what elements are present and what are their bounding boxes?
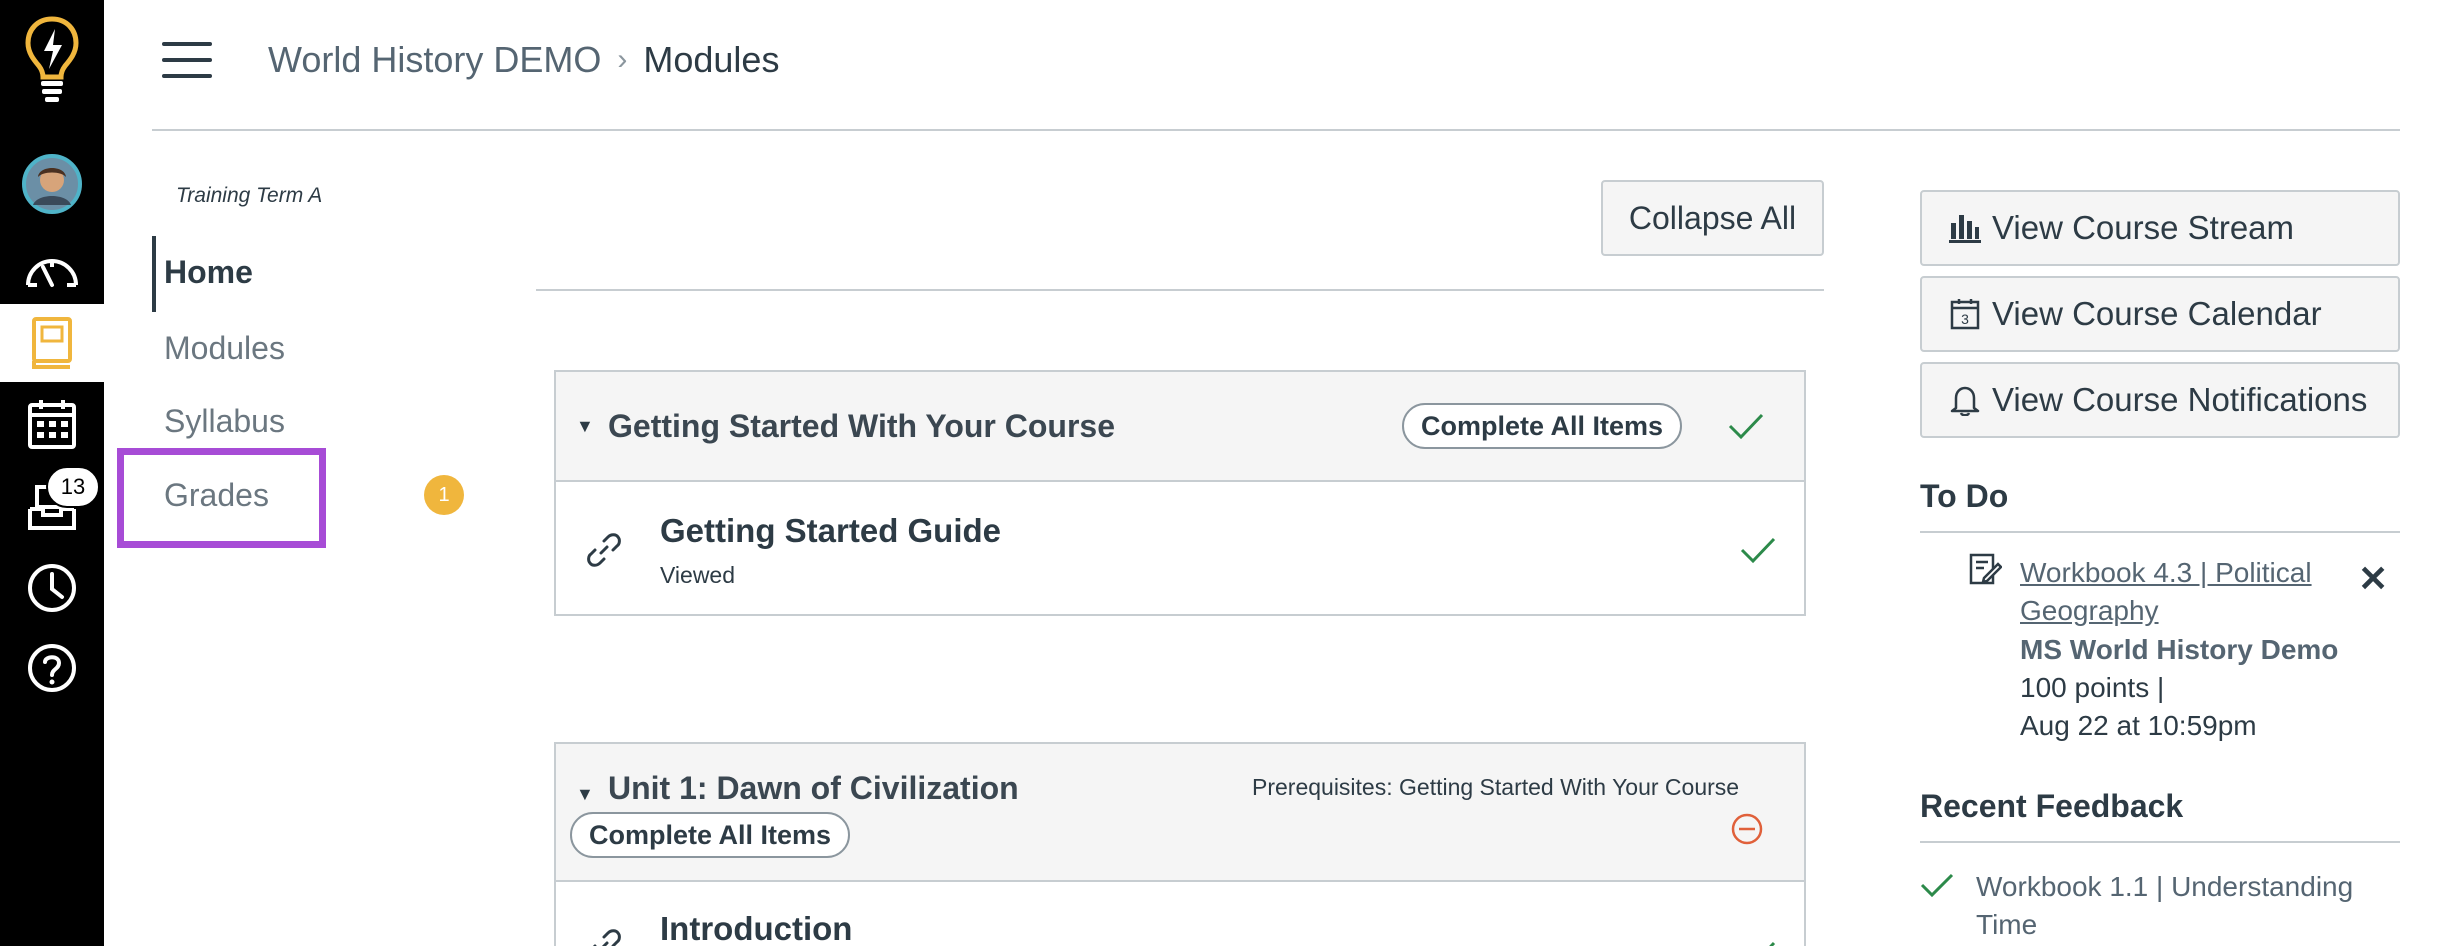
course-nav-home[interactable]: Home — [164, 254, 253, 291]
module-item[interactable]: Introduction — [556, 882, 1804, 946]
module-item[interactable]: Getting Started Guide Viewed — [556, 482, 1804, 614]
feedback-item-link[interactable]: Workbook 1.1 | Understanding Time — [1976, 868, 2396, 944]
module-getting-started: ▼ Getting Started With Your Course Compl… — [554, 370, 1806, 616]
collapse-all-button[interactable]: Collapse All — [1601, 180, 1824, 256]
account-link[interactable] — [0, 148, 104, 220]
calendar-day-icon: 3 — [1950, 299, 1980, 330]
module-title: Unit 1: Dawn of Civilization — [608, 770, 1019, 806]
module-header[interactable]: ▼ Unit 1: Dawn of Civilization Prerequis… — [556, 744, 1804, 882]
clock-icon — [28, 564, 76, 612]
view-course-stream-button[interactable]: View Course Stream — [1920, 190, 2400, 266]
todo-due-date: Aug 22 at 10:59pm — [2020, 710, 2257, 741]
breadcrumb-course-link[interactable]: World History DEMO — [268, 39, 601, 81]
grades-highlight-box — [117, 448, 326, 548]
breadcrumb-current: Modules — [643, 39, 780, 80]
collapse-caret-icon[interactable]: ▼ — [576, 784, 594, 805]
global-nav: 13 — [0, 0, 104, 946]
todo-course-name: MS World History Demo — [2020, 634, 2339, 665]
feedback-check-icon — [1920, 873, 1954, 898]
module-header[interactable]: ▼ Getting Started With Your Course Compl… — [556, 372, 1804, 482]
completed-check-icon — [1769, 941, 1776, 946]
course-nav-syllabus[interactable]: Syllabus — [164, 403, 285, 440]
courses-link[interactable] — [0, 304, 104, 382]
link-icon — [592, 929, 621, 946]
recent-feedback-divider — [1920, 841, 2400, 843]
completed-check-icon — [1740, 537, 1776, 564]
help-circle-icon — [28, 644, 76, 692]
hamburger-menu-button[interactable] — [162, 42, 212, 78]
bar-chart-icon — [1949, 215, 1981, 243]
inbox-unread-badge: 13 — [46, 466, 100, 508]
course-nav-modules[interactable]: Modules — [164, 330, 285, 367]
todo-item-link[interactable]: Workbook 4.3 | Political Geography — [2020, 554, 2360, 630]
dashboard-gauge-icon — [26, 259, 78, 287]
view-course-calendar-button[interactable]: 3 View Course Calendar — [1920, 276, 2400, 352]
complete-all-items-button[interactable]: Complete All Items — [1402, 403, 1682, 449]
logo-link[interactable] — [0, 10, 104, 110]
module-item-status: Viewed — [660, 562, 736, 588]
link-icon — [587, 533, 621, 567]
complete-all-items-button[interactable]: Complete All Items — [570, 812, 850, 858]
dashboard-link[interactable] — [0, 232, 104, 304]
grades-unread-badge: 1 — [424, 475, 464, 515]
breadcrumb-separator: › — [617, 43, 628, 76]
collapse-caret-icon[interactable]: ▼ — [576, 416, 594, 437]
calendar-icon — [28, 400, 76, 449]
avatar — [22, 154, 82, 214]
todo-points: 100 points | — [2020, 672, 2165, 703]
view-course-stream-label: View Course Stream — [1992, 209, 2295, 246]
locked-minus-circle-icon — [1731, 813, 1763, 845]
module-prerequisites: Prerequisites: Getting Started With Your… — [1252, 774, 1740, 800]
lightbulb-icon — [25, 16, 79, 102]
calendar-link[interactable] — [0, 388, 104, 460]
todo-heading: To Do — [1920, 478, 2009, 514]
view-course-calendar-label: View Course Calendar — [1992, 295, 2322, 332]
view-course-notifications-label: View Course Notifications — [1992, 381, 2368, 418]
breadcrumb: World History DEMO › Modules — [268, 36, 779, 84]
todo-dismiss-icon[interactable]: ✕ — [2358, 558, 2388, 600]
content-divider — [536, 289, 1824, 291]
assignment-icon — [1969, 553, 2002, 585]
module-title: Getting Started With Your Course — [608, 408, 1115, 444]
term-label: Training Term A — [176, 184, 323, 207]
module-item-title[interactable]: Getting Started Guide — [660, 512, 1001, 550]
view-course-notifications-button[interactable]: View Course Notifications — [1920, 362, 2400, 438]
module-unit-1: ▼ Unit 1: Dawn of Civilization Prerequis… — [554, 742, 1806, 946]
completed-check-icon — [1728, 413, 1764, 440]
recent-feedback-heading: Recent Feedback — [1920, 788, 2184, 824]
svg-text:3: 3 — [1961, 311, 1969, 327]
bell-icon — [1950, 386, 1980, 416]
course-nav-active-indicator — [152, 236, 156, 312]
todo-divider — [1920, 531, 2400, 533]
help-link[interactable] — [0, 632, 104, 704]
header-divider — [152, 129, 2400, 131]
history-link[interactable] — [0, 552, 104, 624]
courses-book-icon — [32, 317, 72, 369]
module-item-title[interactable]: Introduction — [660, 910, 852, 946]
